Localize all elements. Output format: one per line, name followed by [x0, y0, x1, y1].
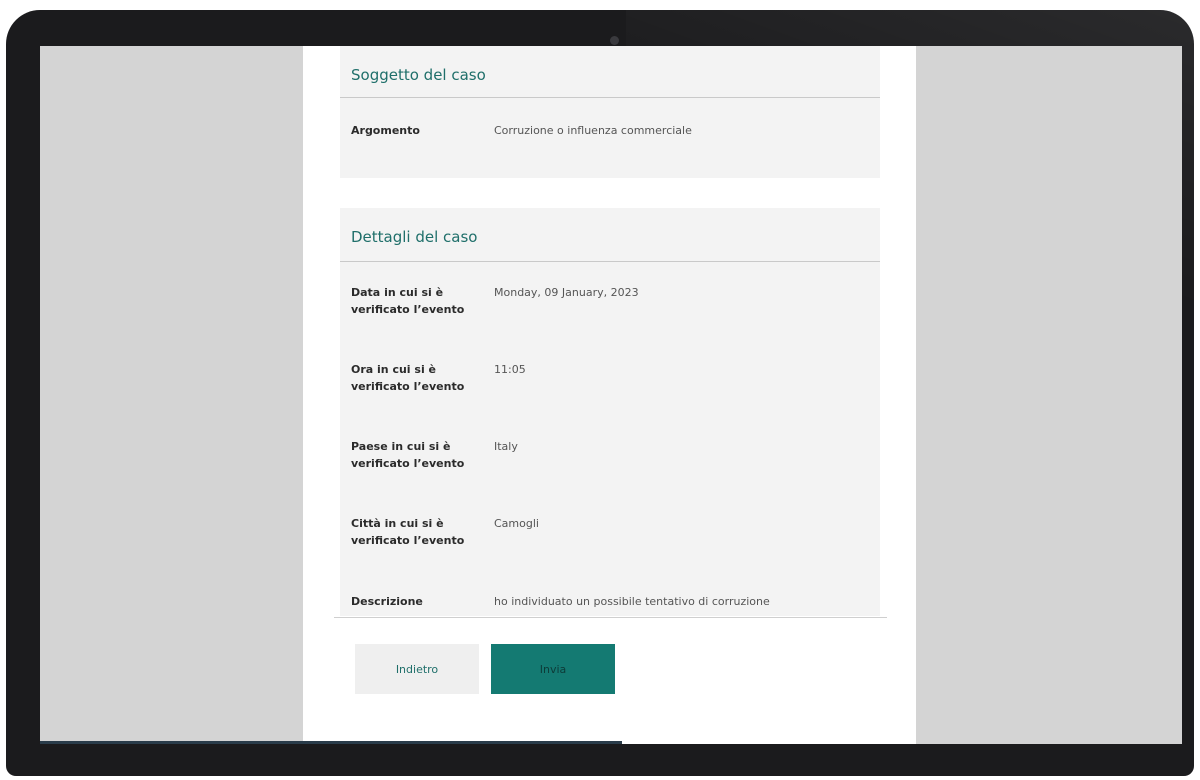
field-event-time-label: Ora in cui si è verificato l’evento	[351, 363, 465, 393]
field-topic-value: Corruzione o influenza commerciale	[494, 124, 692, 137]
webcam-dot	[610, 36, 619, 45]
laptop-frame: Soggetto del caso Argomento Corruzione o…	[6, 10, 1194, 776]
field-event-country-label: Paese in cui si è verificato l’evento	[351, 440, 465, 470]
field-description-value: ho individuato un possibile tentativo di…	[494, 595, 770, 608]
subject-section: Soggetto del caso Argomento Corruzione o…	[340, 46, 880, 178]
details-section-title: Dettagli del caso	[340, 208, 880, 262]
send-button[interactable]: Invia	[491, 644, 615, 694]
report-summary-page: Soggetto del caso Argomento Corruzione o…	[303, 46, 916, 744]
back-button[interactable]: Indietro	[355, 644, 479, 694]
field-event-date-label: Data in cui si è verificato l’evento	[351, 286, 465, 316]
details-section: Dettagli del caso Data in cui si è verif…	[340, 208, 880, 616]
field-event-city-value: Camogli	[494, 517, 539, 530]
field-event-time-value: 11:05	[494, 363, 526, 376]
taskbar-strip	[40, 741, 622, 744]
field-event-date-value: Monday, 09 January, 2023	[494, 286, 639, 299]
subject-section-title: Soggetto del caso	[340, 46, 880, 98]
field-topic-label: Argomento	[351, 124, 420, 137]
field-event-country-value: Italy	[494, 440, 518, 453]
laptop-screen: Soggetto del caso Argomento Corruzione o…	[40, 46, 1182, 744]
field-description-label: Descrizione	[351, 595, 423, 608]
form-divider	[334, 617, 887, 618]
field-event-city-label: Città in cui si è verificato l’evento	[351, 517, 465, 547]
